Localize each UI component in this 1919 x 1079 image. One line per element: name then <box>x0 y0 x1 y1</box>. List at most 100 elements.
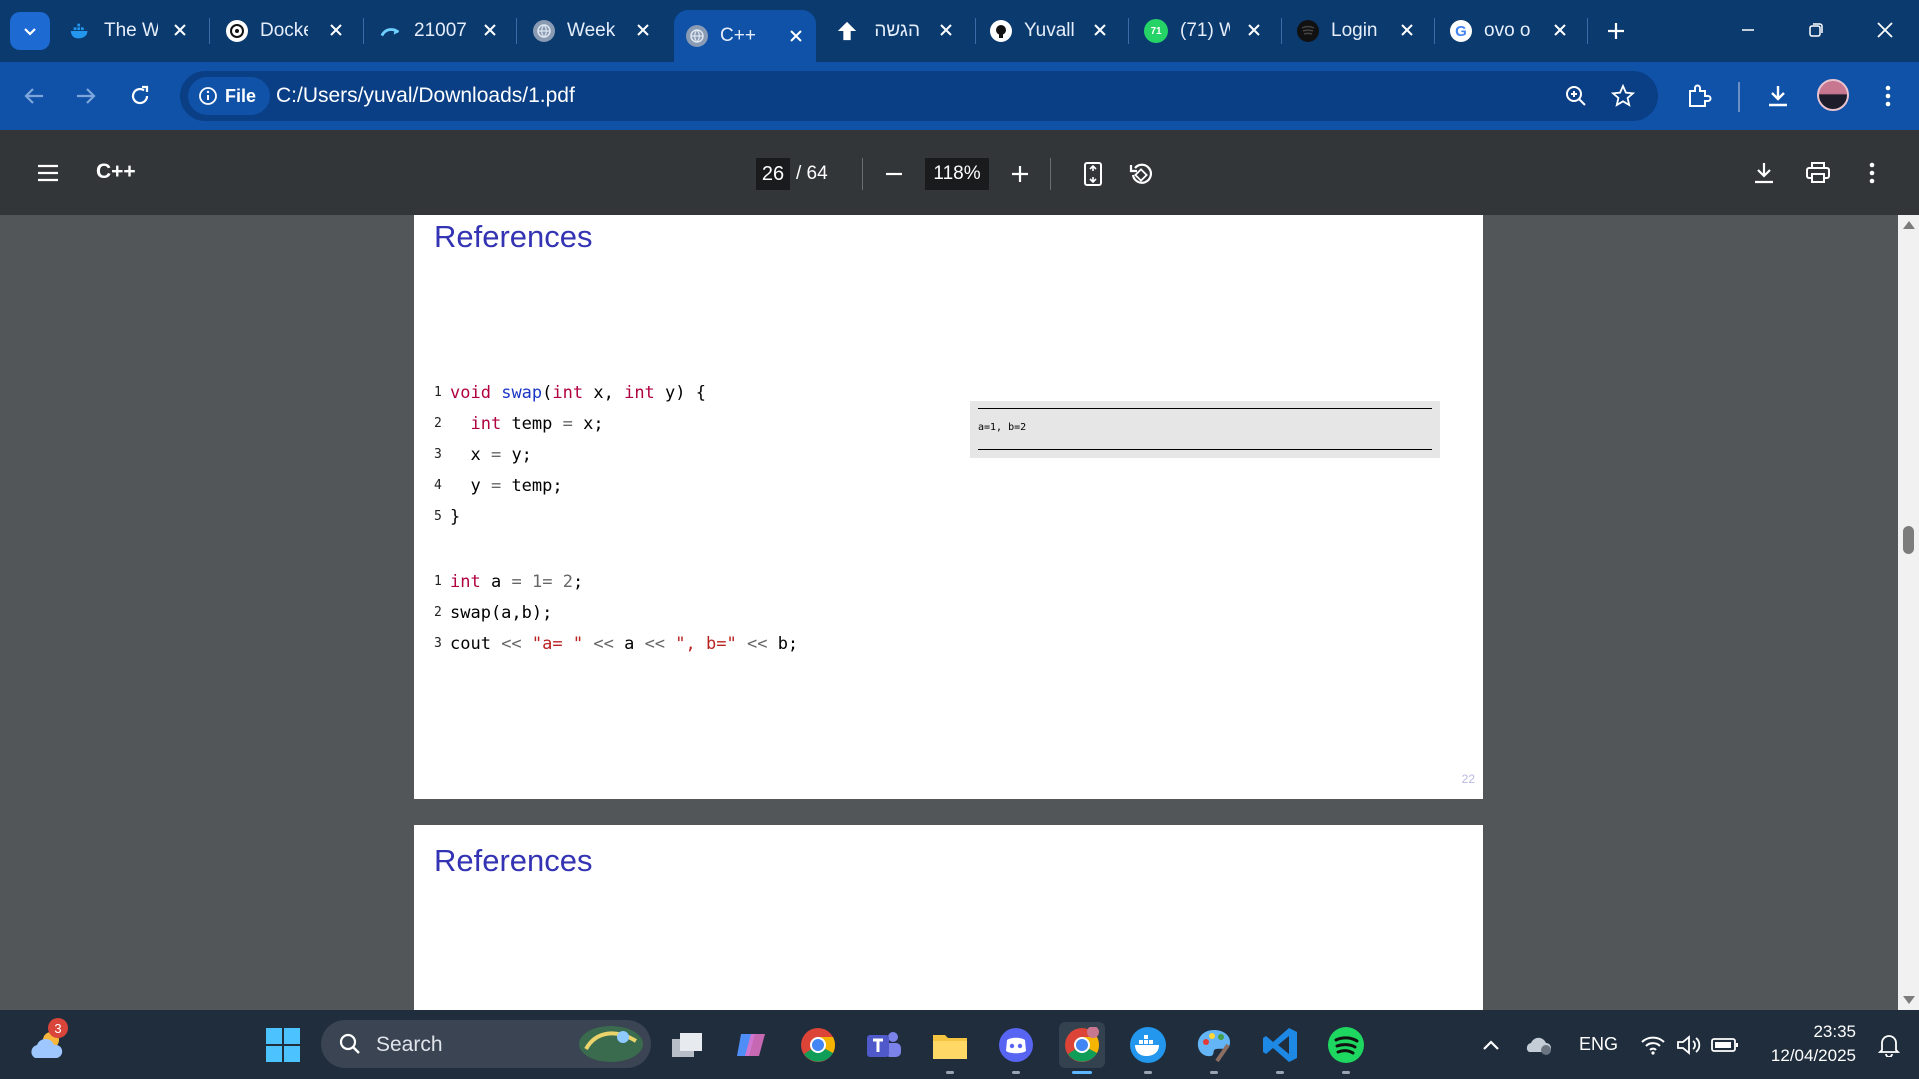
file-explorer-button[interactable] <box>927 1022 973 1074</box>
close-icon[interactable] <box>168 18 192 42</box>
tab-google[interactable]: G ovo o <box>1450 14 1580 48</box>
tab-title: Week <box>567 20 616 41</box>
copilot-button[interactable] <box>729 1022 775 1068</box>
kebab-menu-icon <box>1885 85 1891 107</box>
taskbar-search[interactable]: Search <box>321 1020 651 1068</box>
back-button[interactable] <box>14 76 54 116</box>
zoom-level-input[interactable]: 118% <box>925 158 989 190</box>
chrome-active-button[interactable] <box>1059 1022 1105 1074</box>
notifications-button[interactable] <box>1866 1022 1912 1068</box>
tab-docker[interactable]: Docke <box>226 14 356 48</box>
minimize-button[interactable] <box>1725 10 1771 50</box>
scroll-down-arrow-icon[interactable] <box>1903 996 1915 1004</box>
reload-button[interactable] <box>120 76 160 116</box>
close-icon[interactable] <box>1242 18 1266 42</box>
fit-page-button[interactable] <box>1073 154 1113 194</box>
paint-palette-icon <box>1197 1030 1230 1063</box>
new-tab-button[interactable] <box>1599 14 1633 48</box>
tab-hagasha[interactable]: הגשה <box>836 14 966 48</box>
tab-title: Yuvall <box>1024 20 1074 41</box>
scrollbar-thumb[interactable] <box>1903 526 1914 554</box>
zoom-out-button[interactable] <box>874 154 914 194</box>
close-icon[interactable] <box>934 18 958 42</box>
rotate-button[interactable] <box>1121 154 1161 194</box>
code-token: ; <box>572 571 584 592</box>
system-clock[interactable]: 23:35 12/04/2025 <box>1752 1020 1856 1068</box>
running-indicator <box>1012 1071 1020 1074</box>
close-icon[interactable] <box>1395 18 1419 42</box>
code-token: << <box>593 633 614 654</box>
paint-button[interactable] <box>1191 1022 1237 1074</box>
close-icon[interactable] <box>1088 18 1112 42</box>
close-icon[interactable] <box>784 24 808 48</box>
print-button[interactable] <box>1798 153 1838 193</box>
close-icon[interactable] <box>631 18 655 42</box>
chrome-taskbar-button[interactable] <box>795 1022 841 1068</box>
tab-search-button[interactable] <box>10 12 50 50</box>
pdf-document-area[interactable]: References 1 void swap(int x, int y) {2 i… <box>0 215 1919 1010</box>
bookmark-button[interactable] <box>1608 81 1638 111</box>
battery-button[interactable] <box>1702 1022 1748 1068</box>
tab-divider <box>975 18 976 44</box>
tab-week[interactable]: Week <box>533 14 663 48</box>
restore-button[interactable] <box>1793 10 1839 50</box>
close-icon[interactable] <box>324 18 348 42</box>
docker-taskbar-button[interactable] <box>1125 1022 1171 1074</box>
close-icon[interactable] <box>478 18 502 42</box>
page-total: / 64 <box>796 163 828 184</box>
vertical-scrollbar[interactable] <box>1898 215 1919 1010</box>
line-number: 1 <box>434 385 442 400</box>
code-token: ", b=" <box>675 633 737 654</box>
profile-avatar[interactable] <box>1817 79 1849 111</box>
pdf-download-button[interactable] <box>1744 153 1784 193</box>
downloads-button[interactable] <box>1758 76 1798 116</box>
chrome-icon <box>1065 1027 1099 1062</box>
search-placeholder: Search <box>376 1033 443 1056</box>
close-window-button[interactable] <box>1862 10 1908 50</box>
task-view-button[interactable] <box>664 1022 710 1068</box>
zoom-in-button[interactable] <box>1000 154 1040 194</box>
weather-widget[interactable]: 3 <box>24 1018 70 1068</box>
tab-login[interactable]: Login <box>1297 14 1427 48</box>
line-number: 3 <box>434 447 442 462</box>
output-box: a=1, b=2 <box>970 401 1440 458</box>
code-token: "a= " <box>531 633 584 654</box>
code-token: = <box>511 571 522 592</box>
scroll-up-arrow-icon[interactable] <box>1903 221 1915 229</box>
task-view-icon <box>672 1033 702 1057</box>
browser-menu-button[interactable] <box>1868 76 1908 116</box>
address-bar[interactable]: File C:/Users/yuval/Downloads/1.pdf <box>180 71 1658 121</box>
teams-button[interactable] <box>861 1022 907 1068</box>
site-info-chip[interactable]: File <box>188 77 271 115</box>
tab-21007[interactable]: 21007 <box>380 14 510 48</box>
forward-button[interactable] <box>66 76 106 116</box>
start-button[interactable] <box>260 1022 306 1068</box>
pdf-document-title: C++ <box>96 160 136 183</box>
download-icon <box>1755 163 1773 184</box>
vscode-button[interactable] <box>1257 1022 1303 1074</box>
onedrive-button[interactable] <box>1516 1022 1562 1068</box>
tab-whatsapp[interactable]: 71 (71) W <box>1144 14 1274 48</box>
zoom-indicator-button[interactable] <box>1561 81 1591 111</box>
discord-button[interactable] <box>993 1022 1039 1074</box>
code-token: ( <box>542 382 553 403</box>
language-indicator[interactable]: ENG <box>1579 1034 1618 1055</box>
tab-cpp-active[interactable]: C++ <box>674 10 816 62</box>
pdf-divider <box>1050 158 1051 190</box>
tab-github[interactable]: Yuvall <box>990 14 1120 48</box>
page-heading: References <box>434 843 593 878</box>
google-icon: G <box>1450 20 1472 42</box>
code-line: 2 swap(a,b); <box>434 597 798 628</box>
address-url[interactable]: C:/Users/yuval/Downloads/1.pdf <box>276 84 575 108</box>
pdf-more-button[interactable] <box>1852 153 1892 193</box>
close-icon[interactable] <box>1548 18 1572 42</box>
sidebar-toggle-button[interactable] <box>28 153 68 193</box>
extensions-button[interactable] <box>1679 76 1719 116</box>
page-number-input[interactable]: 26 <box>756 158 790 190</box>
show-hidden-icons-button[interactable] <box>1468 1022 1514 1068</box>
tab-divider <box>1281 18 1282 44</box>
tab-the-w[interactable]: The W <box>70 14 200 48</box>
spotify-taskbar-button[interactable] <box>1323 1022 1369 1074</box>
wifi-icon <box>1641 1036 1665 1055</box>
